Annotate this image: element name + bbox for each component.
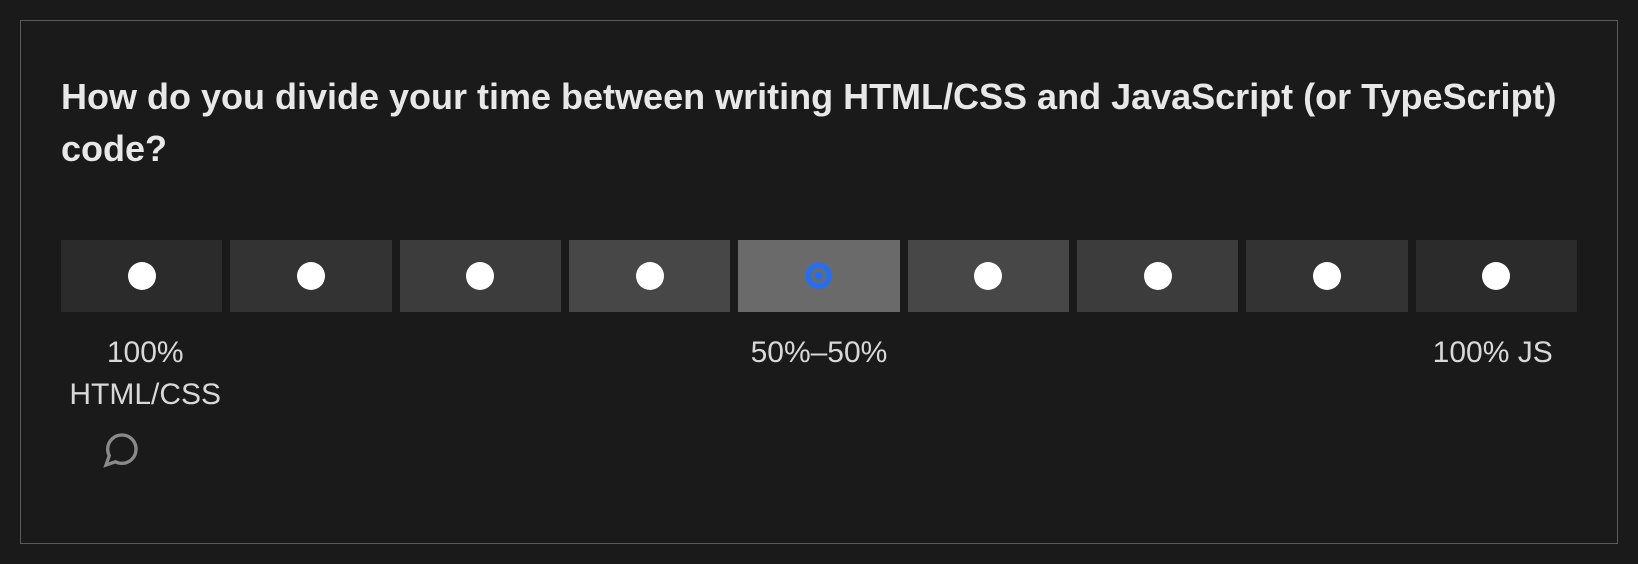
radio-icon [128, 262, 156, 290]
likert-scale [61, 240, 1577, 312]
scale-option-2[interactable] [230, 240, 391, 312]
scale-option-8[interactable] [1246, 240, 1407, 312]
scale-option-7[interactable] [1077, 240, 1238, 312]
question-text: How do you divide your time between writ… [61, 71, 1577, 175]
scale-option-4[interactable] [569, 240, 730, 312]
scale-option-9[interactable] [1416, 240, 1577, 312]
radio-icon [1144, 262, 1172, 290]
radio-icon [466, 262, 494, 290]
scale-option-6[interactable] [908, 240, 1069, 312]
speech-bubble-icon [101, 430, 141, 470]
scale-label-left: 100% HTML/CSS [61, 332, 229, 416]
radio-icon [974, 262, 1002, 290]
scale-label-middle: 50%–50% [735, 332, 903, 416]
scale-label-right: 100% JS [1409, 332, 1577, 416]
survey-question-panel: How do you divide your time between writ… [20, 20, 1618, 544]
radio-icon [636, 262, 664, 290]
radio-icon [1482, 262, 1510, 290]
scale-option-1[interactable] [61, 240, 222, 312]
comment-button[interactable] [101, 430, 1577, 475]
radio-icon [1313, 262, 1341, 290]
scale-option-3[interactable] [400, 240, 561, 312]
scale-option-5[interactable] [738, 240, 899, 312]
scale-labels: 100% HTML/CSS 50%–50% 100% JS [61, 332, 1577, 416]
radio-icon [297, 262, 325, 290]
radio-icon-selected [806, 263, 832, 289]
